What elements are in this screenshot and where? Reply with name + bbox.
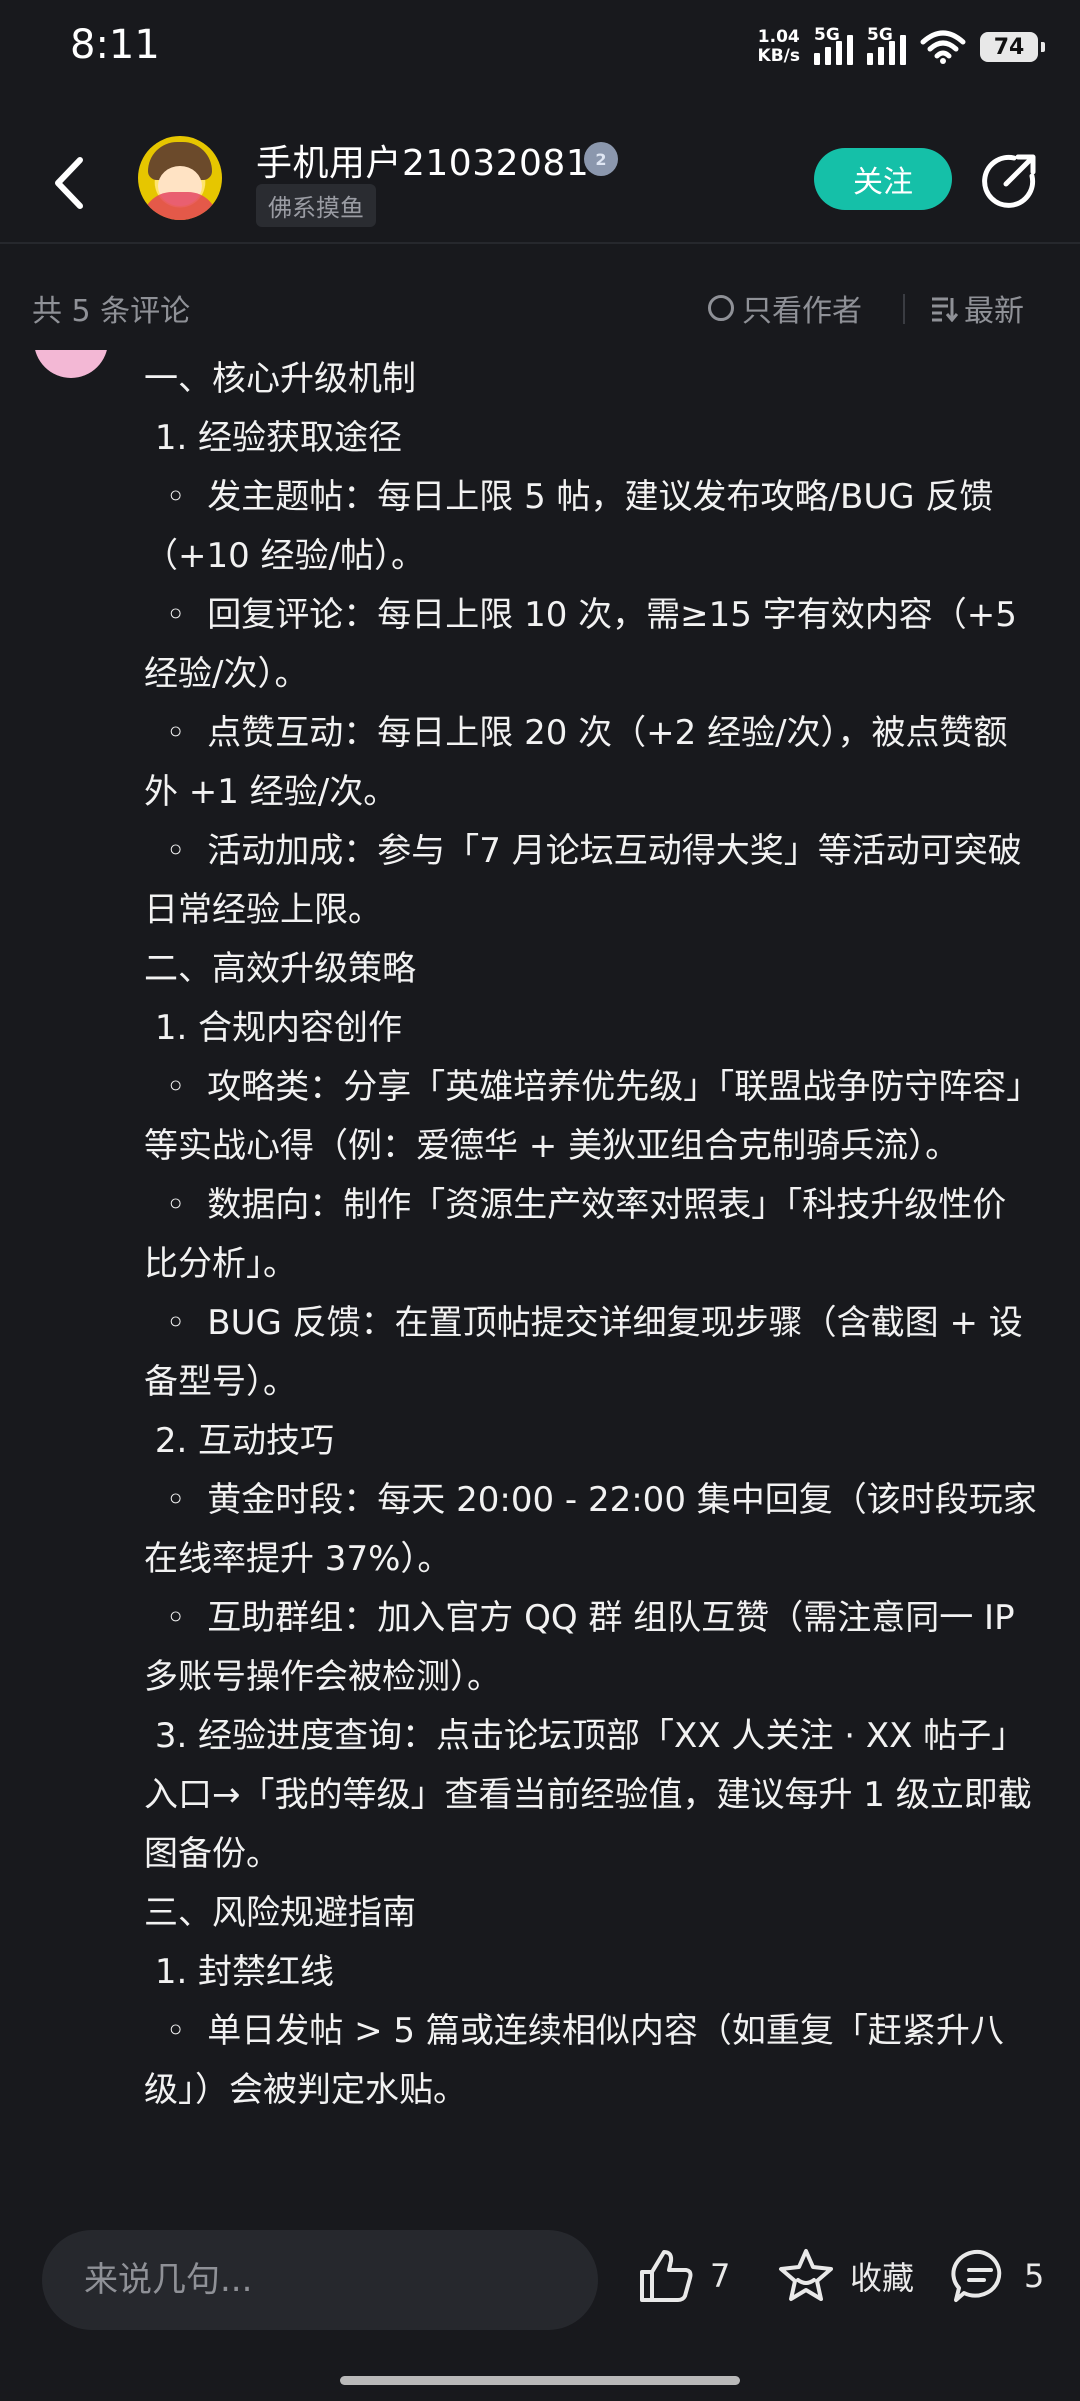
wifi-icon xyxy=(920,30,966,64)
commenter-avatar[interactable] xyxy=(34,350,108,378)
post-line: ◦ 活动加成：参与「7 月论坛互动得大奖」等活动可突破日常经验上限。 xyxy=(144,831,1022,930)
post-content-area: 一、核心升级机制 1. 经验获取途径 ◦ 发主题帖：每日上限 5 帖，建议发布攻… xyxy=(0,350,1080,2200)
status-bar: 8:11 1.04 KB/s 5G 5G 74 xyxy=(0,0,1080,110)
post-line: ◦ 黄金时段：每天 20:00 - 22:00 集中回复（该时段玩家在线率提升 … xyxy=(144,1480,1037,1579)
post-body: 一、核心升级机制 1. 经验获取途径 ◦ 发主题帖：每日上限 5 帖，建议发布攻… xyxy=(144,350,1040,2120)
network-speed: 1.04 KB/s xyxy=(757,27,800,66)
like-button[interactable]: 7 xyxy=(636,2246,730,2306)
post-header: 手机用户21032081 2 佛系摸鱼 关注 xyxy=(0,128,1080,243)
post-line: 1. 封禁红线 xyxy=(144,1952,335,1992)
battery-icon: 74 xyxy=(980,32,1045,62)
sort-newest-button[interactable]: 最新 xyxy=(930,286,1024,330)
sort-icon xyxy=(932,297,958,322)
post-line: 1. 合规内容创作 xyxy=(144,1008,403,1048)
bottom-action-bar: 7 收藏 5 xyxy=(0,2200,1080,2401)
signal-icon-2: 5G xyxy=(867,25,906,65)
avatar[interactable] xyxy=(138,136,222,220)
share-icon[interactable] xyxy=(980,152,1038,210)
star-icon xyxy=(779,2249,833,2301)
favorite-button[interactable]: 收藏 xyxy=(776,2246,914,2306)
home-indicator[interactable] xyxy=(340,2376,740,2385)
post-line: ◦ 数据向：制作「资源生产效率对照表」「科技升级性价比分析」。 xyxy=(144,1185,1007,1284)
username[interactable]: 手机用户21032081 xyxy=(256,134,589,186)
comment-input[interactable] xyxy=(42,2230,598,2330)
signal-icon-1: 5G xyxy=(814,25,853,65)
post-line: ◦ 回复评论：每日上限 10 次，需≥15 字有效内容（+5 经验/次）。 xyxy=(144,595,1028,694)
comment-count: 共 5 条评论 xyxy=(32,294,191,329)
post-line: 一、核心升级机制 xyxy=(144,359,416,399)
follow-button[interactable]: 关注 xyxy=(814,148,952,210)
post-line: 3. 经验进度查询：点击论坛顶部「XX 人关注 · XX 帖子」入口→「我的等级… xyxy=(144,1716,1032,1874)
post-line: 1. 经验获取途径 xyxy=(144,418,403,458)
post-line: ◦ 发主题帖：每日上限 5 帖，建议发布攻略/BUG 反馈（+10 经验/帖）。 xyxy=(144,477,994,576)
header-divider xyxy=(0,242,1080,244)
comment-filter-bar: 共 5 条评论 只看作者 最新 xyxy=(0,280,1080,332)
user-tag: 佛系摸鱼 xyxy=(256,184,376,227)
filter-separator xyxy=(903,294,905,324)
status-time: 8:11 xyxy=(70,22,160,68)
status-icons: 1.04 KB/s 5G 5G 74 xyxy=(757,25,1045,66)
radio-circle-icon xyxy=(708,295,734,321)
post-line: ◦ 互助群组：加入官方 QQ 群 组队互赞（需注意同一 IP 多账号操作会被检测… xyxy=(144,1598,1026,1697)
level-badge-icon: 2 xyxy=(584,142,618,176)
post-line: 二、高效升级策略 xyxy=(144,949,416,989)
post-line: ◦ 点赞互动：每日上限 20 次（+2 经验/次），被点赞额外 +1 经验/次。 xyxy=(144,713,1008,812)
post-line: ◦ BUG 反馈：在置顶帖提交详细复现步骤（含截图 + 设备型号）。 xyxy=(144,1303,1023,1402)
post-line: 三、风险规避指南 xyxy=(144,1893,416,1933)
back-icon[interactable] xyxy=(50,154,90,212)
comment-bubble-icon xyxy=(951,2249,1002,2302)
post-line: 2. 互动技巧 xyxy=(144,1421,335,1461)
author-only-toggle[interactable]: 只看作者 xyxy=(708,286,862,330)
comment-button[interactable]: 5 xyxy=(950,2246,1044,2306)
post-line: ◦ 攻略类：分享「英雄培养优先级」「联盟战争防守阵容」等实战心得（例：爱德华 +… xyxy=(144,1067,1024,1166)
post-line: ◦ 单日发帖 > 5 篇或连续相似内容（如重复「赶紧升八级」）会被判定水贴。 xyxy=(144,2011,1004,2110)
thumbs-up-icon xyxy=(640,2250,693,2302)
